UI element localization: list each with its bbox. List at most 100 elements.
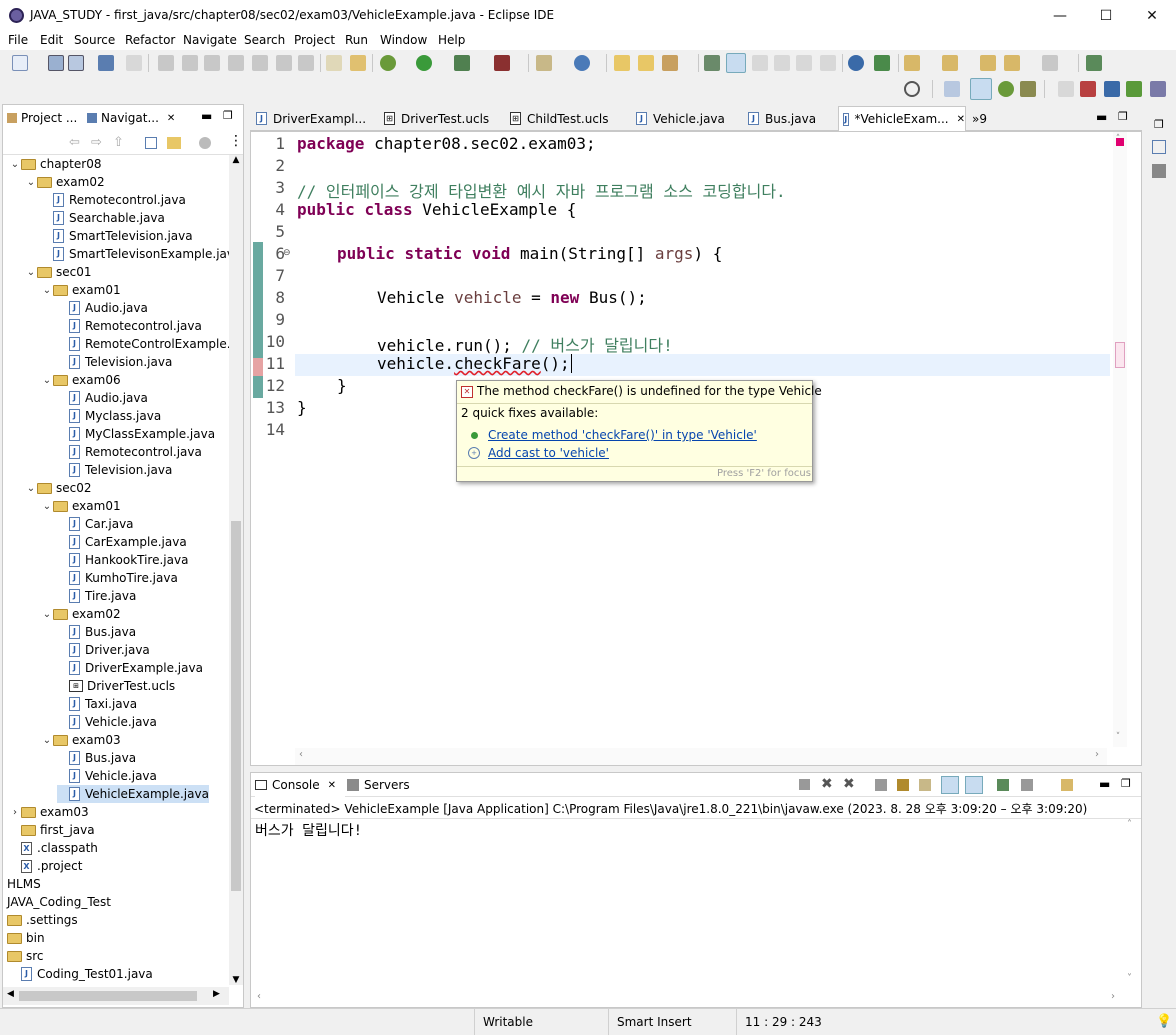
close-icon[interactable]: ✕ xyxy=(957,114,965,125)
chevron-down-icon[interactable]: ⌄ xyxy=(25,483,37,494)
tree-vertical-scrollbar[interactable]: ▲ ▼ xyxy=(229,155,243,985)
web-browser-icon[interactable] xyxy=(848,55,864,71)
tab-servers[interactable]: Servers xyxy=(347,773,417,797)
tree-item[interactable]: › exam03 xyxy=(9,803,89,821)
tree-item[interactable]: J Remotecontrol.java xyxy=(57,317,202,335)
chevron-down-icon[interactable]: ⌄ xyxy=(41,375,53,386)
tree-item[interactable]: J Searchable.java xyxy=(41,209,165,227)
tree-item[interactable]: J KumhoTire.java xyxy=(57,569,178,587)
chevron-down-icon[interactable]: ⌄ xyxy=(41,609,53,620)
last-edit-location-icon[interactable] xyxy=(980,55,996,71)
tree-item[interactable]: ⊞ DriverTest.ucls xyxy=(57,677,175,695)
tree-item[interactable]: J Coding_Test01.java xyxy=(9,965,153,983)
menu-file[interactable]: File xyxy=(8,33,28,47)
tree-item[interactable]: J CarExample.java xyxy=(57,533,187,551)
tree-item[interactable]: ⌄ exam06 xyxy=(41,371,121,389)
tree-item[interactable]: J Vehicle.java xyxy=(57,767,157,785)
menu-navigate[interactable]: Navigate xyxy=(183,33,237,47)
scroll-right-icon[interactable]: ▶ xyxy=(213,989,220,999)
tree-item[interactable]: X .classpath xyxy=(9,839,98,857)
tree-item[interactable]: J DriverExample.java xyxy=(57,659,203,677)
up-icon[interactable]: ⇧ xyxy=(113,135,124,150)
menu-source[interactable]: Source xyxy=(74,33,115,47)
use-step-filters-icon[interactable] xyxy=(326,55,342,71)
editor-horizontal-scrollbar[interactable]: ‹ › xyxy=(295,748,1107,765)
tree-item[interactable]: JAVA_Coding_Test xyxy=(7,893,111,911)
previous-edit-icon[interactable] xyxy=(942,55,958,71)
chevron-down-icon[interactable]: ⌄ xyxy=(25,267,37,278)
save-all-icon[interactable] xyxy=(68,55,84,71)
tab-childtest-ucls[interactable]: ⊞ ChildTest.ucls xyxy=(510,106,628,131)
pin-console-icon[interactable] xyxy=(997,779,1009,791)
tree-item[interactable]: J MyClassExample.java xyxy=(57,425,215,443)
tree-item[interactable]: J SmartTelevisonExample.java xyxy=(41,245,229,263)
new-icon[interactable] xyxy=(12,55,28,71)
scroll-left-icon[interactable]: ◀ xyxy=(7,989,14,999)
tab-navigator[interactable]: Navigat... ✕ xyxy=(83,105,187,131)
search-icon[interactable] xyxy=(662,55,678,71)
step-return-icon[interactable] xyxy=(298,55,314,71)
external-tools-icon[interactable] xyxy=(494,55,510,71)
terminate-icon[interactable] xyxy=(204,55,220,71)
tree-item[interactable]: J Television.java xyxy=(57,353,172,371)
filter-icon[interactable] xyxy=(199,137,211,149)
scroll-down-icon[interactable]: ▼ xyxy=(229,975,243,985)
tree-item[interactable]: ⌄ exam01 xyxy=(41,281,121,299)
javaee-perspective-icon[interactable] xyxy=(1104,81,1120,97)
tree-item[interactable]: J Audio.java xyxy=(57,389,148,407)
open-task-icon[interactable] xyxy=(638,55,654,71)
chevron-down-icon[interactable]: ⌄ xyxy=(41,285,53,296)
chevron-down-icon[interactable]: ⌄ xyxy=(25,177,37,188)
disconnect-icon[interactable] xyxy=(228,55,244,71)
quick-access-search-icon[interactable] xyxy=(904,81,920,97)
highlight-icon[interactable] xyxy=(726,53,746,73)
tree-item[interactable]: ⌄ exam01 xyxy=(41,497,121,515)
link-editor-icon[interactable] xyxy=(167,137,181,149)
restore-icon[interactable]: ❐ xyxy=(1154,118,1164,131)
scroll-up-icon[interactable]: ▲ xyxy=(229,155,243,165)
new-class-icon[interactable] xyxy=(574,55,590,71)
view-menu-icon[interactable]: ⋮ xyxy=(229,133,243,149)
minimize-editor-icon[interactable]: ▬ xyxy=(1096,110,1107,124)
clear-console-icon[interactable] xyxy=(875,779,887,791)
menu-search[interactable]: Search xyxy=(244,33,285,47)
maximize-editor-icon[interactable]: ❐ xyxy=(1118,110,1128,123)
menu-run[interactable]: Run xyxy=(345,33,368,47)
quick-fix-popup[interactable]: ✕ The method checkFare() is undefined fo… xyxy=(456,380,822,482)
step-into-icon[interactable] xyxy=(252,55,268,71)
display-console-icon[interactable] xyxy=(1021,779,1033,791)
tree-item[interactable]: J Car.java xyxy=(57,515,134,533)
menu-project[interactable]: Project xyxy=(294,33,335,47)
scroll-left-icon[interactable]: ‹ xyxy=(257,991,261,1002)
search-references-icon[interactable] xyxy=(126,55,142,71)
console-horizontal-scrollbar[interactable]: ‹ › xyxy=(251,991,1125,1007)
restore-icon[interactable] xyxy=(1058,81,1074,97)
show-whitespace-icon[interactable] xyxy=(820,55,836,71)
console-view-icon[interactable] xyxy=(98,55,114,71)
lightbulb-icon[interactable]: 💡 xyxy=(1156,1014,1172,1029)
outline-view-icon[interactable] xyxy=(1152,140,1166,154)
scroll-down-icon[interactable]: ˅ xyxy=(1127,973,1132,984)
tree-item[interactable]: ⌄ exam02 xyxy=(41,605,121,623)
java-perspective-icon[interactable] xyxy=(970,78,992,100)
tree-item[interactable]: ⌄ exam02 xyxy=(25,173,105,191)
maximize-button[interactable]: ☐ xyxy=(1083,0,1129,31)
tree-item[interactable]: J Tire.java xyxy=(57,587,136,605)
scrollbar-thumb[interactable] xyxy=(231,521,241,891)
tree-item[interactable]: J Television.java xyxy=(57,461,172,479)
debug-icon[interactable] xyxy=(380,55,396,71)
next-annotation-icon[interactable] xyxy=(774,55,790,71)
word-wrap-icon[interactable] xyxy=(919,779,931,791)
insert-mode-status[interactable]: Smart Insert xyxy=(608,1009,736,1035)
resource-perspective-icon[interactable] xyxy=(1150,81,1166,97)
tree-item[interactable]: J Audio.java xyxy=(57,299,148,317)
minimize-view-icon[interactable]: ▬ xyxy=(1099,777,1110,791)
tree-item[interactable]: bin xyxy=(7,929,45,947)
next-edit-icon[interactable] xyxy=(904,55,920,71)
back-arrow-icon[interactable]: ⇦ xyxy=(69,135,80,150)
open-type-icon[interactable] xyxy=(614,55,630,71)
tree-item[interactable]: J Remotecontrol.java xyxy=(57,443,202,461)
tree-item[interactable]: J Bus.java xyxy=(57,749,136,767)
task-list-icon[interactable] xyxy=(1152,164,1166,178)
tree-item[interactable]: HLMS xyxy=(7,875,41,893)
